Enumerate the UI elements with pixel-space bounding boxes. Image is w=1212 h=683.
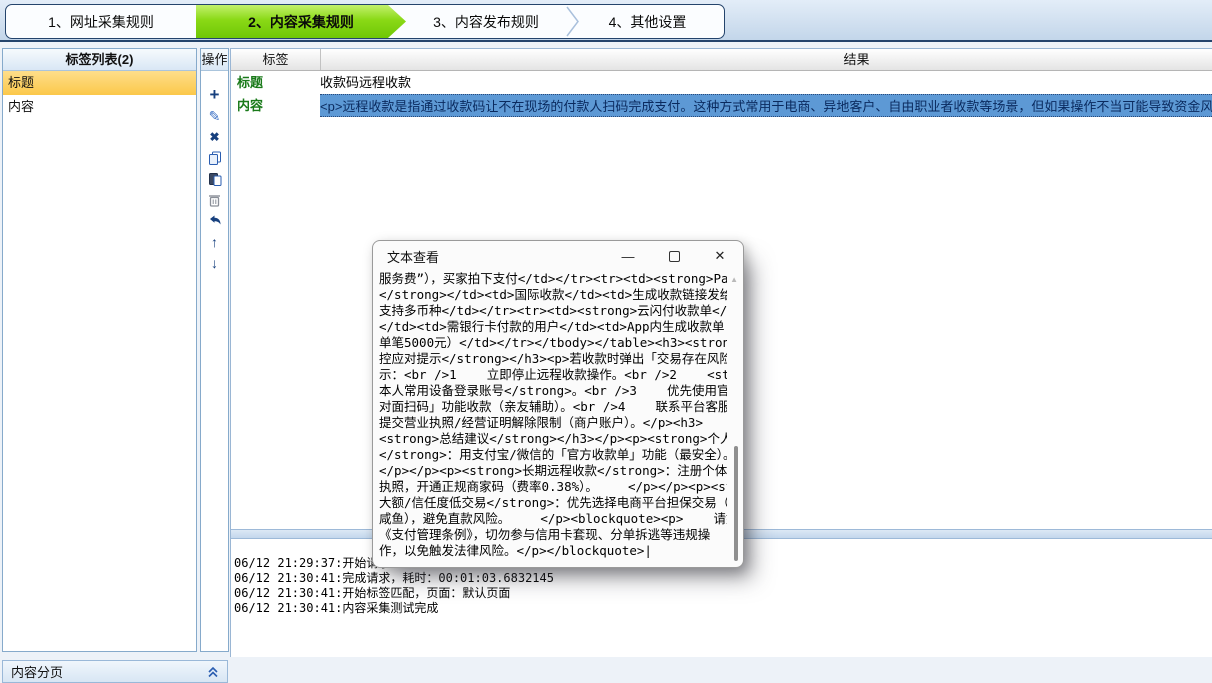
dialog-window-controls: — ✕: [605, 241, 743, 271]
row-result-value-selected: <p>远程收款是指通过收款码让不在现场的付款人扫码完成支付。这种方式常用于电商、…: [320, 94, 1212, 117]
minimize-button[interactable]: —: [605, 241, 651, 271]
tag-list-item-content[interactable]: 内容: [3, 95, 196, 119]
minimize-icon: —: [622, 249, 635, 264]
delete-icon[interactable]: ✖: [201, 127, 228, 147]
log-line: 06/12 21:30:41:开始标签匹配，页面：默认页面: [234, 586, 554, 601]
tab-content-collect-rules[interactable]: 2、内容采集规则: [196, 5, 406, 38]
row-result-value: 收款码远程收款: [320, 71, 1212, 94]
tag-list-panel: 标签列表(2) 标题 内容: [2, 48, 197, 652]
app-window: 1、网址采集规则 2、内容采集规则 3、内容发布规则 4、其他设置 标签列表(2…: [0, 0, 1212, 683]
maximize-button[interactable]: [651, 241, 697, 271]
tab-url-collect-rules[interactable]: 1、网址采集规则: [6, 5, 196, 38]
tab-content-publish-rules[interactable]: 3、内容发布规则: [406, 5, 566, 38]
tab-other-settings[interactable]: 4、其他设置: [571, 5, 724, 38]
undo-icon[interactable]: [201, 211, 228, 231]
dialog-scrollbar-thumb[interactable]: [734, 446, 738, 561]
close-button[interactable]: ✕: [697, 241, 743, 271]
dialog-title: 文本查看: [387, 247, 439, 266]
text-view-dialog: 文本查看 — ✕ 服务费”），买家拍下支付</td></tr><tr><td><…: [372, 240, 744, 568]
content-pagination-bar[interactable]: 内容分页: [2, 660, 228, 683]
trash-icon[interactable]: [201, 190, 228, 210]
move-up-icon[interactable]: ↑: [201, 232, 228, 252]
edit-icon[interactable]: ✎: [201, 106, 228, 126]
maximize-icon: [669, 251, 680, 262]
copy-icon[interactable]: [201, 148, 228, 168]
operations-title: 操作: [201, 49, 228, 71]
dialog-text-content: 服务费”），买家拍下支付</td></tr><tr><td><strong>Pa…: [379, 271, 727, 559]
dialog-titlebar[interactable]: 文本查看 — ✕: [373, 241, 743, 271]
add-icon[interactable]: +: [201, 85, 228, 105]
table-row-title[interactable]: 标题 收款码远程收款: [231, 71, 1212, 94]
tag-list-item-title[interactable]: 标题: [3, 71, 196, 95]
log-line: 06/12 21:30:41:完成请求，耗时：00:01:03.6832145: [234, 571, 554, 586]
operations-column: 操作 + ✎ ✖ ↑ ↓: [200, 48, 229, 652]
column-header-result: 结果: [321, 49, 1212, 70]
content-pagination-label: 内容分页: [11, 662, 63, 681]
operations-icon-list: + ✎ ✖ ↑ ↓: [201, 71, 228, 274]
table-row-content[interactable]: 内容 <p>远程收款是指通过收款码让不在现场的付款人扫码完成支付。这种方式常用于…: [231, 94, 1212, 117]
scroll-up-icon[interactable]: ▲: [730, 275, 738, 284]
close-icon: ✕: [715, 248, 726, 264]
paste-icon[interactable]: [201, 169, 228, 189]
collapse-chevrons-up-icon[interactable]: [207, 666, 219, 678]
wizard-tabs: 1、网址采集规则 2、内容采集规则 3、内容发布规则 4、其他设置: [5, 4, 725, 39]
tag-list-title: 标签列表(2): [3, 49, 196, 71]
row-tag-label: 内容: [231, 94, 320, 117]
wizard-tab-strip: 1、网址采集规则 2、内容采集规则 3、内容发布规则 4、其他设置: [0, 0, 1212, 42]
dialog-text-area[interactable]: 服务费”），买家拍下支付</td></tr><tr><td><strong>Pa…: [379, 271, 727, 559]
row-tag-label: 标题: [231, 71, 320, 94]
log-line: 06/12 21:30:41:内容采集测试完成: [234, 601, 554, 616]
move-down-icon[interactable]: ↓: [201, 253, 228, 273]
column-header-tag: 标签: [231, 49, 321, 70]
result-table-header: 标签 结果: [231, 49, 1212, 71]
